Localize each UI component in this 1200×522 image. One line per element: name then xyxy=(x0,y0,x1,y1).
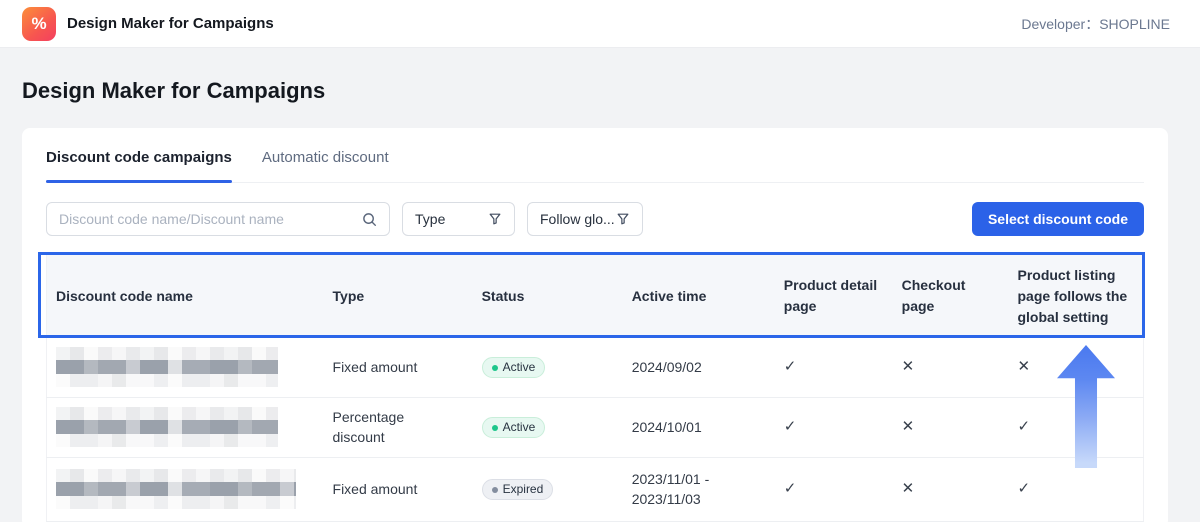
active-time-cell: 2023/11/01 - 2023/11/03 xyxy=(623,457,775,521)
column-header: Product detail page xyxy=(775,255,893,337)
column-header: Active time xyxy=(623,255,775,337)
campaigns-table: Discount code nameTypeStatusActive timeP… xyxy=(46,255,1144,522)
column-header: Type xyxy=(324,255,473,337)
column-header: Checkout page xyxy=(893,255,1009,337)
filter-row: Type Follow glo... Select discount code xyxy=(46,202,1144,236)
status-dot-icon xyxy=(492,487,498,493)
status-dot-icon xyxy=(492,425,498,431)
table-row[interactable]: Fixed amount Active 2024/09/02 ✓ ✕ ✕ xyxy=(47,337,1144,397)
checkout-mark: ✕ xyxy=(902,418,915,435)
tab-automatic-discount[interactable]: Automatic discount xyxy=(262,149,389,182)
status-badge: Active xyxy=(482,357,546,378)
checkout-mark: ✕ xyxy=(902,358,915,375)
listing-mark: ✓ xyxy=(1017,480,1030,497)
column-header: Discount code name xyxy=(47,255,324,337)
product-detail-mark: ✓ xyxy=(784,418,797,435)
listing-mark: ✕ xyxy=(1017,358,1030,375)
top-bar: % Design Maker for Campaigns Developer：S… xyxy=(0,0,1200,48)
type-filter-dropdown[interactable]: Type xyxy=(402,202,515,236)
table-row[interactable]: Fixed amount Expired 2023/11/01 - 2023/1… xyxy=(47,457,1144,521)
redacted-discount-name xyxy=(56,469,296,509)
filter-funnel-icon xyxy=(616,212,630,226)
table-header-row: Discount code nameTypeStatusActive timeP… xyxy=(47,255,1144,337)
product-detail-mark: ✓ xyxy=(784,480,797,497)
search-input[interactable] xyxy=(59,211,362,227)
app-title: Design Maker for Campaigns xyxy=(67,15,274,32)
column-header: Status xyxy=(473,255,623,337)
redacted-discount-name xyxy=(56,347,278,387)
redacted-discount-name xyxy=(56,407,278,447)
product-detail-mark: ✓ xyxy=(784,358,797,375)
status-badge: Expired xyxy=(482,479,554,500)
developer-account-label: Developer：SHOPLINE xyxy=(1021,14,1170,34)
follow-global-filter-dropdown[interactable]: Follow glo... xyxy=(527,202,643,236)
type-cell: Fixed amount xyxy=(324,457,473,521)
checkout-mark: ✕ xyxy=(902,480,915,497)
type-cell: Fixed amount xyxy=(324,337,473,397)
active-time-cell: 2024/09/02 xyxy=(623,337,775,397)
app-logo-percent-icon: % xyxy=(22,7,56,41)
select-discount-code-button[interactable]: Select discount code xyxy=(972,202,1144,236)
column-header: Product listing page follows the global … xyxy=(1008,255,1143,337)
active-time-cell: 2024/10/01 xyxy=(623,397,775,457)
tab-discount-code-campaigns[interactable]: Discount code campaigns xyxy=(46,149,232,182)
status-dot-icon xyxy=(492,365,498,371)
page-title: Design Maker for Campaigns xyxy=(22,78,1200,104)
search-icon xyxy=(362,212,377,227)
follow-global-filter-label: Follow glo... xyxy=(540,211,615,227)
filter-funnel-icon xyxy=(488,212,502,226)
listing-mark: ✓ xyxy=(1017,418,1030,435)
type-cell: Percentage discount xyxy=(324,397,473,457)
campaigns-card: Discount code campaigns Automatic discou… xyxy=(22,128,1168,522)
search-box[interactable] xyxy=(46,202,390,236)
tabs-bar: Discount code campaigns Automatic discou… xyxy=(46,149,1144,183)
status-badge: Active xyxy=(482,417,546,438)
table-row[interactable]: Percentage discount Active 2024/10/01 ✓ … xyxy=(47,397,1144,457)
type-filter-label: Type xyxy=(415,211,445,227)
